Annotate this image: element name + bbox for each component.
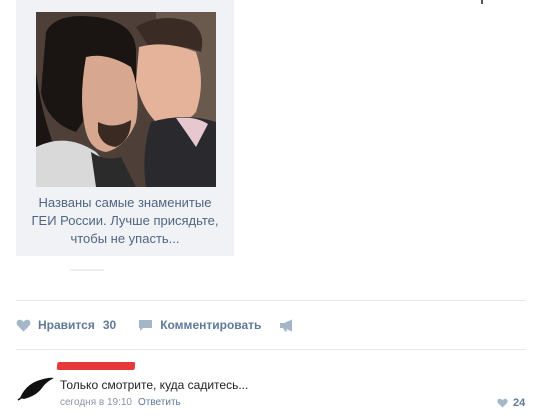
comment-like-count: 24: [513, 397, 526, 409]
redacted-author-name: [56, 362, 136, 370]
post-actions: Нравится 30 Комментировать: [16, 315, 295, 335]
faint-divider: [70, 269, 104, 271]
comment-time[interactable]: сегодня в 19:10: [60, 397, 132, 408]
actions-divider-top: [16, 300, 526, 301]
comment-label: Комментировать: [160, 318, 262, 332]
post-headline[interactable]: Названы самые знаменитые ГЕИ России. Луч…: [18, 194, 232, 248]
commenter-avatar[interactable]: [16, 372, 56, 402]
comment-like-button[interactable]: 24: [497, 397, 525, 409]
post-photo[interactable]: [36, 12, 216, 187]
heart-icon: [16, 319, 31, 332]
like-label: Нравится: [38, 318, 95, 332]
headline-line-1: Названы самые знаменитые: [38, 195, 212, 210]
like-count: 30: [102, 318, 117, 332]
comment-meta: сегодня в 19:10 Ответить: [60, 397, 181, 408]
like-button[interactable]: Нравится 30: [16, 318, 116, 332]
speech-bubble-icon: [139, 319, 153, 331]
headline-line-2: ГЕИ России. Лучше присядьте,: [31, 213, 219, 228]
feather-icon: [17, 377, 54, 401]
reply-link[interactable]: Ответить: [138, 397, 181, 408]
megaphone-icon: [280, 319, 293, 331]
photo-illustration: [36, 12, 216, 187]
comment-text: Только смотрите, куда садитесь...: [60, 378, 249, 392]
actions-divider-bottom: [16, 349, 526, 350]
corner-mark: [481, 0, 483, 4]
heart-icon: [497, 398, 508, 408]
headline-line-3: чтобы не упасть...: [70, 231, 180, 246]
comment-button[interactable]: Комментировать: [138, 318, 261, 332]
share-button[interactable]: [279, 319, 295, 332]
